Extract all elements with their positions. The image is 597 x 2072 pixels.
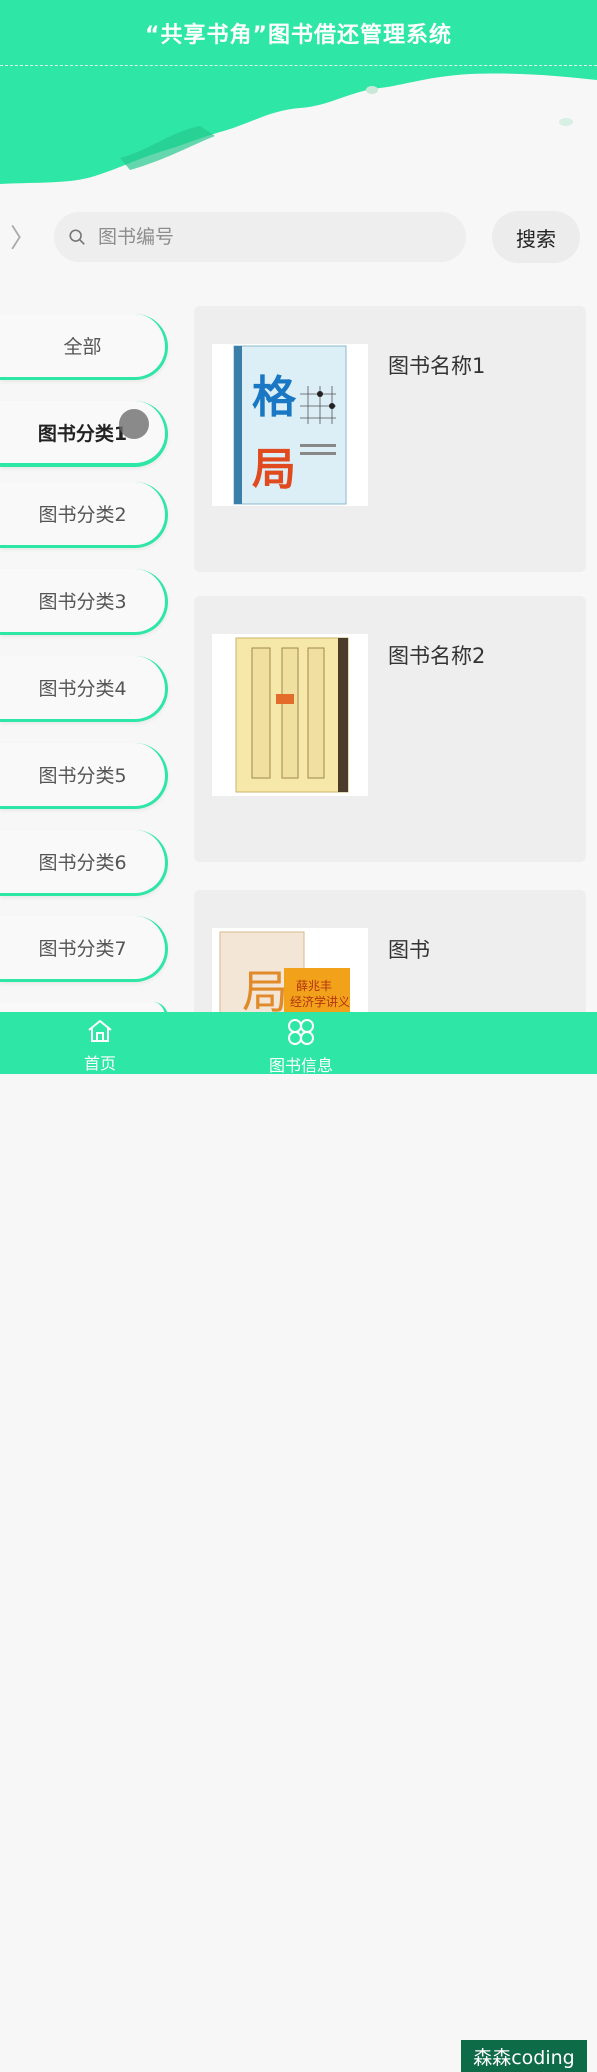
nav-home-label: 首页 bbox=[83, 1054, 116, 1073]
category-1[interactable]: 图书分类1 bbox=[0, 401, 168, 467]
search-button[interactable]: 搜索 bbox=[492, 211, 580, 263]
category-label: 图书分类6 bbox=[38, 852, 127, 874]
app-header: “共享书角”图书借还管理系统 bbox=[0, 0, 597, 66]
category-label: 图书分类7 bbox=[38, 938, 127, 960]
category-label: 全部 bbox=[63, 336, 102, 358]
category-label: 图书分类5 bbox=[38, 765, 127, 787]
home-icon bbox=[88, 1019, 112, 1042]
category-label: 图书分类1 bbox=[37, 422, 128, 445]
category-6[interactable]: 图书分类6 bbox=[0, 830, 168, 896]
app-title: “共享书角”图书借还管理系统 bbox=[145, 23, 452, 48]
book-card[interactable]: 图书名称2 bbox=[194, 596, 586, 862]
banner-decoration bbox=[0, 66, 597, 184]
grid-icon bbox=[288, 1019, 314, 1045]
category-label: 图书分类4 bbox=[38, 678, 127, 700]
svg-text:格: 格 bbox=[252, 372, 297, 423]
svg-text:薛兆丰: 薛兆丰 bbox=[296, 979, 332, 993]
search-input[interactable] bbox=[96, 225, 440, 249]
search-bar: 〉 搜索 bbox=[0, 206, 597, 266]
book-cover-image bbox=[235, 637, 349, 793]
book-title: 图书名称1 bbox=[388, 354, 486, 378]
touch-indicator bbox=[119, 409, 149, 439]
chevron-left-icon[interactable]: 〉 bbox=[10, 218, 36, 255]
nav-home[interactable]: 首页 bbox=[40, 1018, 160, 1074]
watermark: 森森coding bbox=[461, 2040, 587, 2072]
category-label: 图书分类2 bbox=[38, 504, 127, 526]
svg-text:局: 局 bbox=[242, 965, 288, 1019]
book-cover-image: 格 局 bbox=[233, 345, 347, 505]
search-field[interactable] bbox=[54, 212, 466, 262]
book-title: 图书 bbox=[388, 938, 430, 962]
svg-text:局: 局 bbox=[252, 444, 296, 495]
book-card[interactable]: 格 局 图书名称1 bbox=[194, 306, 586, 572]
category-2[interactable]: 图书分类2 bbox=[0, 482, 168, 548]
book-card[interactable]: 局 薛兆丰 经济学讲义 图书 bbox=[194, 890, 586, 1039]
category-3[interactable]: 图书分类3 bbox=[0, 569, 168, 635]
category-4[interactable]: 图书分类4 bbox=[0, 656, 168, 722]
book-title: 图书名称2 bbox=[388, 644, 486, 668]
search-icon bbox=[69, 229, 85, 245]
category-5[interactable]: 图书分类5 bbox=[0, 743, 168, 809]
bottom-nav: 首页 图书信息 森森coding bbox=[0, 1012, 597, 2072]
book-cover: 格 局 bbox=[212, 344, 368, 506]
book-cover bbox=[212, 634, 368, 796]
svg-text:经济学讲义: 经济学讲义 bbox=[290, 994, 350, 1009]
nav-book-info[interactable]: 图书信息 bbox=[241, 1018, 361, 1076]
category-label: 图书分类3 bbox=[38, 591, 127, 613]
nav-book-info-label: 图书信息 bbox=[268, 1056, 333, 1075]
category-all[interactable]: 全部 bbox=[0, 314, 168, 380]
category-7[interactable]: 图书分类7 bbox=[0, 916, 168, 982]
